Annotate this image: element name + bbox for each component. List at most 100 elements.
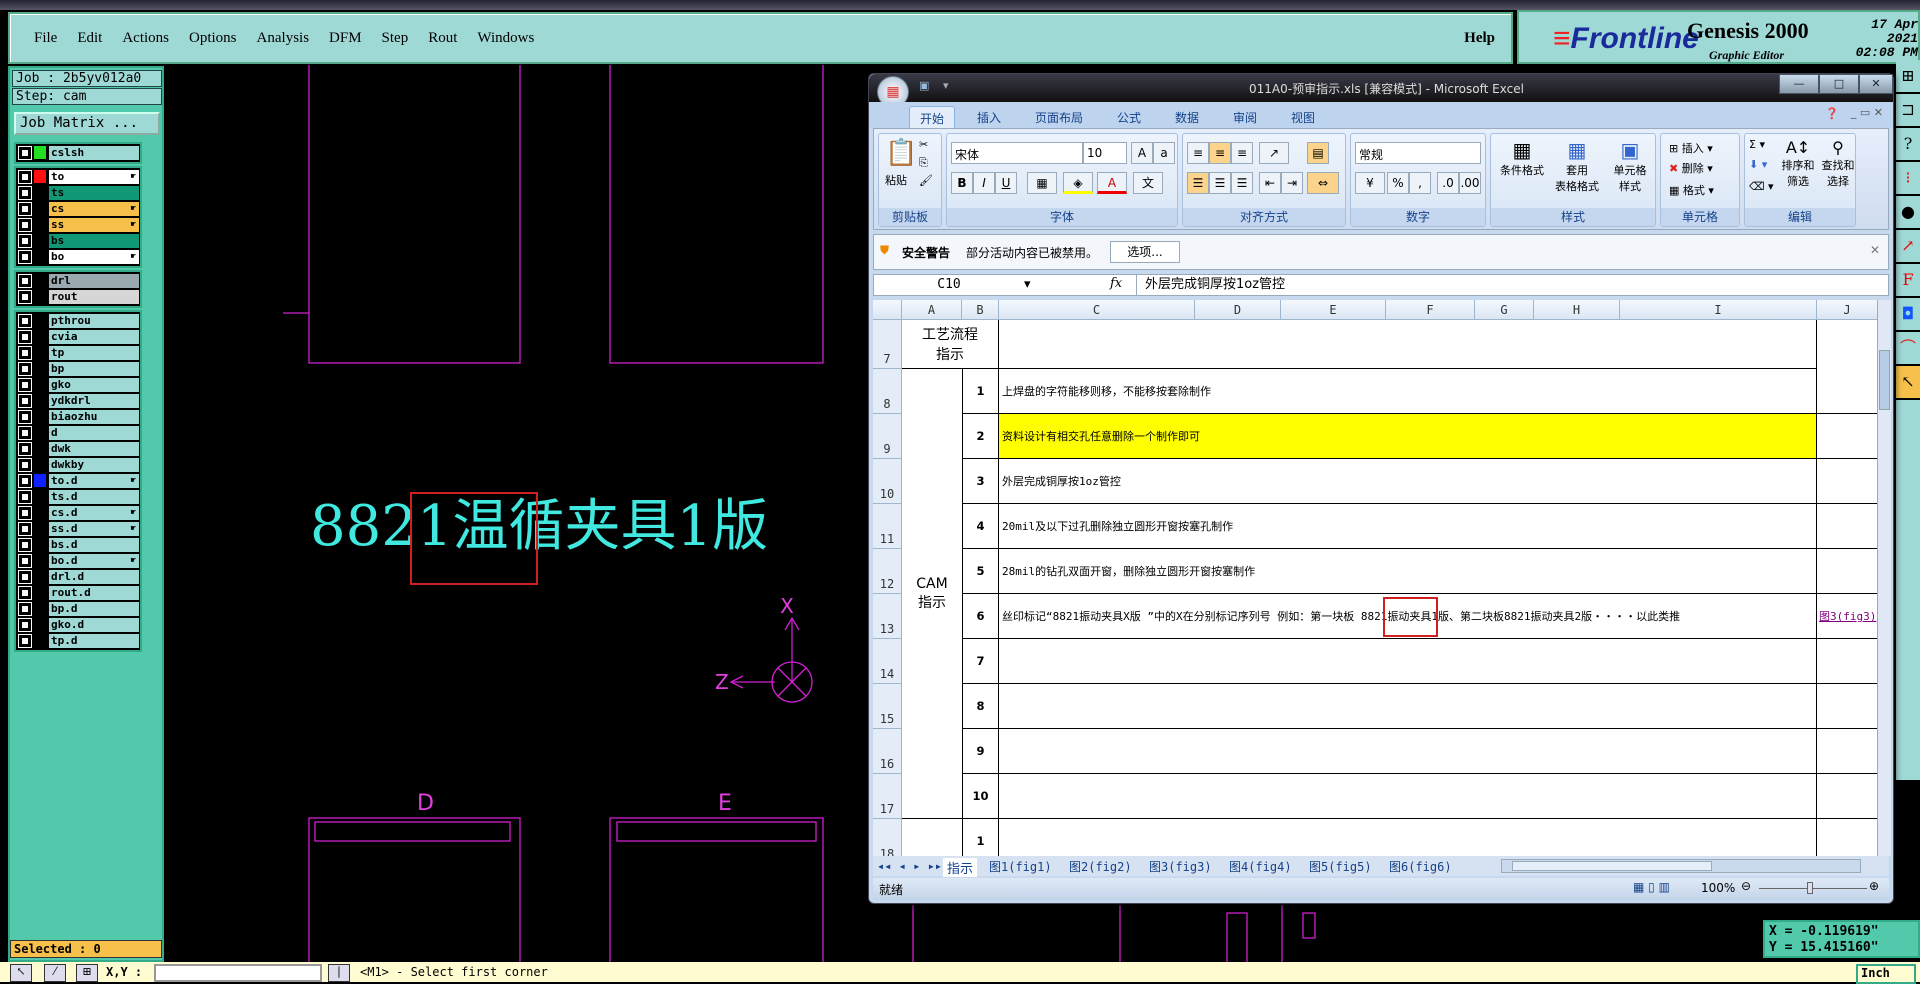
layer-row[interactable]: dwkby bbox=[17, 457, 139, 472]
percent-button[interactable]: % bbox=[1387, 172, 1409, 194]
menu-help[interactable]: Help bbox=[1464, 30, 1495, 47]
phonetic-button[interactable]: 文 bbox=[1133, 172, 1163, 194]
ribbon-tab[interactable]: 审阅 bbox=[1223, 106, 1267, 129]
layer-checkbox[interactable] bbox=[18, 585, 32, 600]
fx-icon[interactable]: fx bbox=[1110, 276, 1122, 291]
layer-row[interactable]: bp.d bbox=[17, 601, 139, 616]
ribbon-tab[interactable]: 公式 bbox=[1107, 106, 1151, 129]
layer-name[interactable]: bo.d ☛ bbox=[49, 553, 139, 568]
layer-color-swatch[interactable] bbox=[34, 474, 46, 487]
layer-checkbox[interactable] bbox=[18, 521, 32, 536]
layer-name[interactable]: bp bbox=[49, 361, 139, 376]
bold-button[interactable]: B bbox=[951, 172, 973, 194]
layer-row[interactable]: tp.d bbox=[17, 633, 139, 648]
border-button[interactable]: ▦ bbox=[1027, 172, 1057, 194]
sheet-tab[interactable]: 图6(fig6) bbox=[1389, 858, 1452, 875]
layer-row[interactable]: bp bbox=[17, 361, 139, 376]
step-number-cell[interactable]: 4 bbox=[962, 504, 999, 549]
menu-windows[interactable]: Windows bbox=[467, 30, 544, 47]
wrap-text-button[interactable]: ▤ bbox=[1307, 142, 1329, 164]
fill-color-button[interactable]: ◈ bbox=[1063, 172, 1093, 194]
layer-checkbox[interactable] bbox=[18, 289, 32, 304]
layer-color-swatch[interactable] bbox=[34, 202, 46, 215]
layer-row[interactable]: drl bbox=[17, 273, 139, 288]
link-cell[interactable] bbox=[1817, 414, 1877, 459]
step-number-cell[interactable]: 10 bbox=[962, 774, 999, 819]
layer-color-swatch[interactable] bbox=[34, 218, 46, 231]
step-number-cell[interactable]: 5 bbox=[962, 549, 999, 594]
layer-checkbox[interactable] bbox=[18, 345, 32, 360]
layer-checkbox[interactable] bbox=[18, 169, 32, 184]
font-icon[interactable]: F bbox=[1896, 264, 1920, 298]
align-left-button[interactable]: ☰ bbox=[1187, 172, 1209, 194]
column-header[interactable]: F bbox=[1386, 300, 1475, 320]
layer-name[interactable]: cs ☛ bbox=[49, 201, 139, 216]
job-matrix-button[interactable]: Job Matrix ... bbox=[14, 112, 160, 135]
layer-name[interactable]: cvia bbox=[49, 329, 139, 344]
layer-color-swatch[interactable] bbox=[34, 362, 46, 375]
save-icon[interactable]: ▣ bbox=[919, 79, 929, 92]
layer-color-swatch[interactable] bbox=[34, 602, 46, 615]
layer-checkbox[interactable] bbox=[18, 409, 32, 424]
layer-row[interactable]: gko.d bbox=[17, 617, 139, 632]
column-header[interactable]: I bbox=[1620, 300, 1817, 320]
layer-row[interactable]: biaozhu bbox=[17, 409, 139, 424]
layer-color-swatch[interactable] bbox=[34, 314, 46, 327]
select-tool-icon[interactable]: ↖ bbox=[10, 964, 32, 982]
layer-checkbox[interactable] bbox=[18, 377, 32, 392]
layer-checkbox[interactable] bbox=[18, 441, 32, 456]
layer-checkbox[interactable] bbox=[18, 553, 32, 568]
layer-name[interactable]: cslsh bbox=[49, 145, 139, 160]
align-middle-button[interactable]: ≡ bbox=[1209, 142, 1231, 164]
layer-name[interactable]: tp.d bbox=[49, 633, 139, 648]
sheet-nav-icons[interactable]: ◂◂ ◂ ▸ ▸▸ bbox=[877, 859, 942, 873]
layer-color-swatch[interactable] bbox=[34, 394, 46, 407]
shrink-font-button[interactable]: a bbox=[1153, 142, 1175, 164]
zoom-slider-thumb[interactable] bbox=[1807, 882, 1813, 894]
minimize-button[interactable]: — bbox=[1779, 74, 1819, 94]
step-number-cell[interactable]: 6 bbox=[962, 594, 999, 639]
layer-name[interactable]: bp.d bbox=[49, 601, 139, 616]
layer-color-swatch[interactable] bbox=[34, 618, 46, 631]
layer-name[interactable]: to ☛ bbox=[49, 169, 139, 184]
measure-tool-icon[interactable]: ⁄ bbox=[44, 964, 66, 982]
layer-name[interactable]: pthrou bbox=[49, 313, 139, 328]
menu-rout[interactable]: Rout bbox=[418, 30, 467, 47]
layer-row[interactable]: bs bbox=[17, 233, 139, 248]
layer-row[interactable]: ss.d ☛ bbox=[17, 521, 139, 536]
conditional-format-button[interactable]: ▦ 条件格式 bbox=[1497, 138, 1547, 178]
layer-checkbox[interactable] bbox=[18, 601, 32, 616]
layer-color-swatch[interactable] bbox=[34, 170, 46, 183]
layer-row[interactable]: rout bbox=[17, 289, 139, 304]
layer-color-swatch[interactable] bbox=[34, 634, 46, 647]
link-cell[interactable] bbox=[1817, 684, 1877, 729]
step-number-cell[interactable]: 1 bbox=[962, 819, 999, 856]
autosum-button[interactable]: Σ ▾ bbox=[1749, 138, 1765, 151]
layer-row[interactable]: bs.d bbox=[17, 537, 139, 552]
view-buttons[interactable]: ▦ ▯ ▥ bbox=[1633, 880, 1670, 894]
sheet-tab[interactable]: 图2(fig2) bbox=[1069, 858, 1132, 875]
delete-button[interactable]: ✖ 删除 ▾ bbox=[1669, 160, 1713, 176]
layer-checkbox[interactable] bbox=[18, 273, 32, 288]
cursor-icon[interactable]: | bbox=[328, 964, 350, 982]
layer-row[interactable]: bo.d ☛ bbox=[17, 553, 139, 568]
font-name-select[interactable]: 宋体 bbox=[951, 142, 1083, 164]
pad-icon[interactable]: ● bbox=[1896, 196, 1920, 230]
layer-row[interactable]: d bbox=[17, 425, 139, 440]
row-header[interactable]: 18 bbox=[873, 819, 902, 856]
layer-row[interactable]: to ☛ bbox=[17, 169, 139, 184]
point-icon[interactable]: ↗ bbox=[1896, 230, 1920, 264]
instruction-cell[interactable]: 28mil的钻孔双面开窗，删除独立圆形开窗按塞制作 bbox=[999, 549, 1817, 594]
row-header[interactable]: 9 bbox=[873, 414, 902, 459]
layer-row[interactable]: ts bbox=[17, 185, 139, 200]
horizontal-scrollbar[interactable] bbox=[1501, 859, 1861, 873]
instruction-cell[interactable] bbox=[999, 639, 1817, 684]
row-header[interactable]: 16 bbox=[873, 729, 902, 774]
layer-color-swatch[interactable] bbox=[34, 378, 46, 391]
format-as-table-button[interactable]: ▦ 套用 表格格式 bbox=[1549, 138, 1605, 194]
layer-name[interactable]: dwk bbox=[49, 441, 139, 456]
layer-checkbox[interactable] bbox=[18, 313, 32, 328]
layer-color-swatch[interactable] bbox=[34, 330, 46, 343]
layer-color-swatch[interactable] bbox=[34, 586, 46, 599]
scroll-thumb[interactable] bbox=[1879, 350, 1890, 410]
